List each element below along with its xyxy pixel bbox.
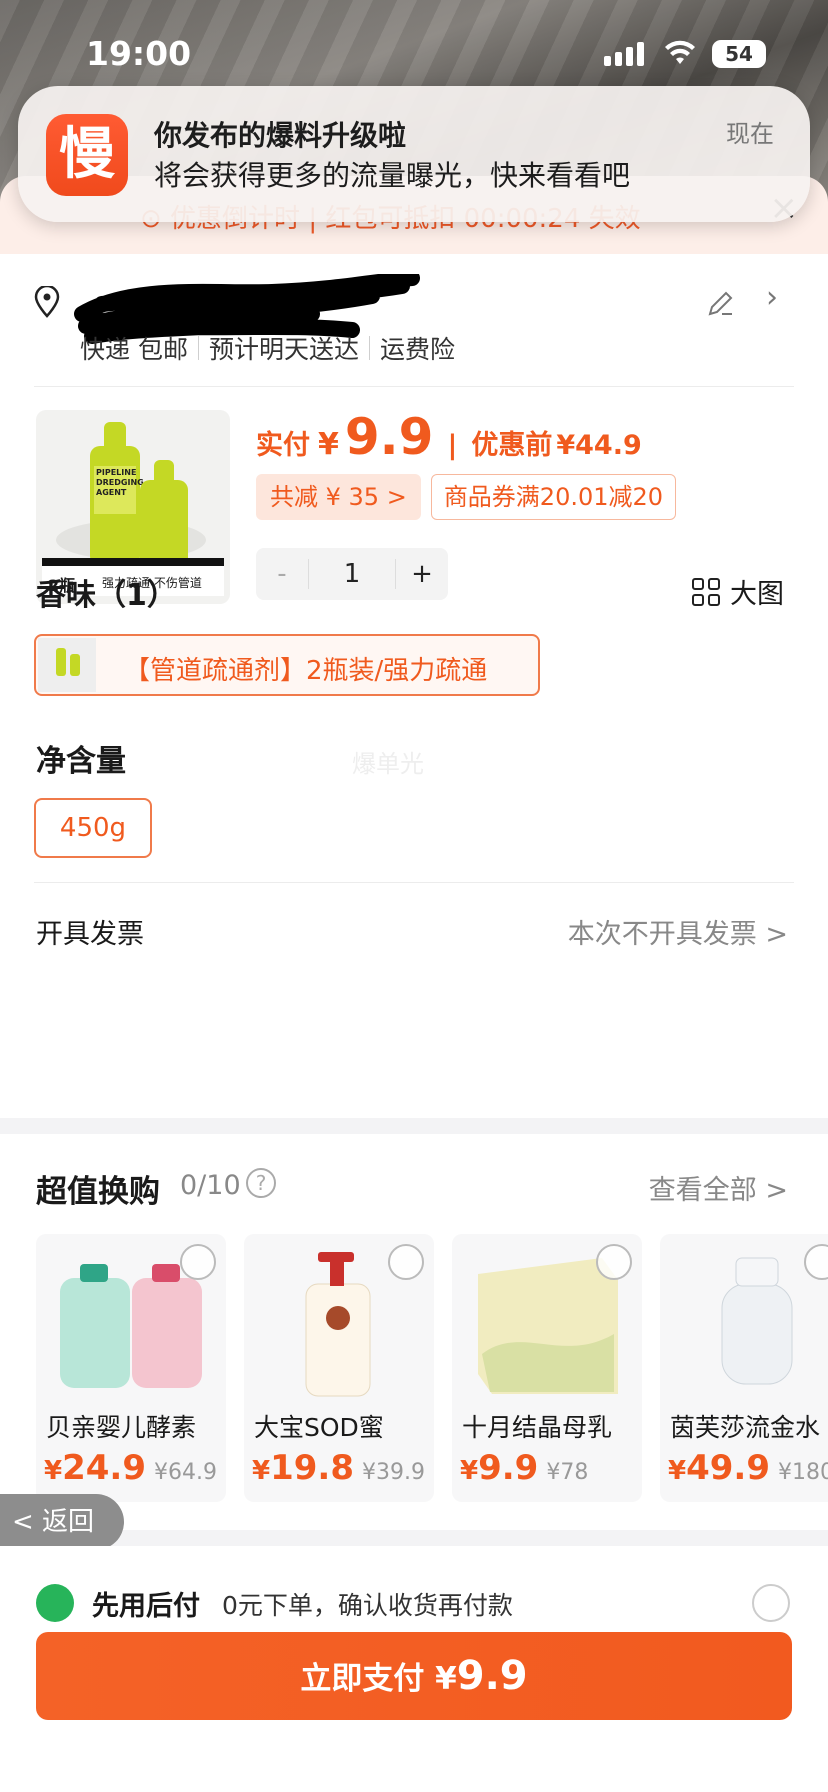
item-name: 大宝SOD蜜 <box>254 1413 384 1442</box>
invoice-value[interactable]: 本次不开具发票 > <box>568 912 788 951</box>
divider <box>197 336 199 360</box>
pay-button-amount: 9.9 <box>456 1653 528 1699</box>
shipping-method: 快递 包邮 <box>80 335 188 364</box>
select-radio[interactable] <box>180 1244 216 1280</box>
shipping-insurance: 运费险 <box>379 335 455 364</box>
wifi-icon <box>665 40 695 64</box>
swap-items: 贝亲婴儿酵素 ¥ 24.9 ¥64.9 大宝SOD蜜 ¥ 19.8 ¥39.9 <box>36 1234 828 1502</box>
watermark: 爆单光 <box>352 750 424 778</box>
order-card: › 快递 包邮 预计明天送达 运费险 PIPELINE DREDGING AGE… <box>0 252 828 1118</box>
pay-now-button[interactable]: 立即支付 ¥9.9 <box>36 1632 792 1720</box>
item-name: 十月结晶母乳 <box>462 1413 613 1442</box>
select-radio[interactable] <box>596 1244 632 1280</box>
item-price-was: ¥64.9 <box>153 1460 217 1485</box>
bottle-neck <box>154 460 174 482</box>
pay-button-label: 立即支付 ¥ <box>300 1661 457 1697</box>
divider <box>368 336 370 360</box>
bottle-label: PIPELINE DREDGING AGENT <box>94 466 144 514</box>
paid-price: 9.9 <box>344 408 434 466</box>
item-price-now: 24.9 <box>62 1448 146 1488</box>
total-discount-tag[interactable]: 共减 ¥ 35 > <box>256 474 421 520</box>
battery-icon: 54 <box>712 40 766 68</box>
notification-body: 将会获得更多的流量曝光，快来看看吧 <box>154 159 631 192</box>
item-name: 茵芙莎流金水 <box>670 1413 821 1442</box>
increase-button[interactable]: + <box>396 559 448 589</box>
swap-item[interactable]: 茵芙莎流金水 ¥ 49.9 ¥180 <box>660 1234 828 1502</box>
currency-symbol: ¥ <box>44 1456 63 1486</box>
price-line: 实付 ¥ 9.9 | 优惠前 ¥44.9 <box>256 408 642 466</box>
divider <box>34 386 794 387</box>
volume-title: 净含量 <box>36 744 126 779</box>
pay-later-radio[interactable] <box>752 1584 790 1622</box>
swap-item[interactable]: 十月结晶母乳 ¥ 9.9 ¥78 <box>452 1234 642 1502</box>
back-button[interactable]: < 返回 <box>0 1494 124 1550</box>
quantity-input[interactable]: 1 <box>308 559 396 589</box>
big-view-toggle[interactable]: 大图 <box>692 572 784 611</box>
decrease-button[interactable]: - <box>256 559 308 589</box>
pay-later-title: 先用后付 <box>92 1591 200 1622</box>
item-price-now: 9.9 <box>478 1448 539 1488</box>
grid-icon <box>692 577 720 606</box>
bottle-neck <box>104 422 126 448</box>
cellular-signal-icon <box>604 42 644 66</box>
big-view-label: 大图 <box>730 579 784 610</box>
item-name: 贝亲婴儿酵素 <box>46 1413 197 1442</box>
push-notification[interactable]: 慢 你发布的爆料升级啦 将会获得更多的流量曝光，快来看看吧 现在 <box>18 86 810 222</box>
paid-label: 实付 <box>256 430 310 461</box>
item-price-was: ¥180 <box>777 1460 828 1485</box>
pay-later-icon <box>36 1584 74 1622</box>
option-thumbnail <box>38 638 96 692</box>
help-icon[interactable]: ? <box>246 1168 276 1198</box>
scent-option-label: 【管道疏通剂】2瓶装/强力疏通 <box>124 656 488 686</box>
status-time: 19:00 <box>86 34 192 73</box>
address-row[interactable]: › <box>34 274 794 344</box>
payment-section: 先用后付 0元下单，确认收货再付款 立即支付 ¥9.9 <box>0 1546 828 1792</box>
discount-tags: 共减 ¥ 35 > 商品券满20.01减20 <box>256 474 677 520</box>
item-price-now: 49.9 <box>686 1448 770 1488</box>
notification-time: 现在 <box>726 120 774 148</box>
item-price-was: ¥78 <box>546 1460 589 1485</box>
currency-symbol: ¥ <box>460 1456 479 1486</box>
scent-option[interactable]: 【管道疏通剂】2瓶装/强力疏通 <box>34 634 540 696</box>
currency-symbol: ¥ <box>668 1456 687 1486</box>
app-icon: 慢 <box>46 114 128 196</box>
scent-title: 香味（1） <box>36 578 177 613</box>
item-price-was: ¥39.9 <box>361 1460 425 1485</box>
shipping-info: 快递 包邮 预计明天送达 运费险 <box>80 330 455 366</box>
invoice-label: 开具发票 <box>36 919 144 950</box>
volume-option[interactable]: 450g <box>34 798 152 858</box>
value-swap-section: 超值换购 0/10 ? 查看全部 > 贝亲婴儿酵素 ¥ 24.9 ¥64.9 大… <box>0 1134 828 1530</box>
item-price: ¥ 49.9 ¥180 <box>668 1448 828 1488</box>
before-price: ¥44.9 <box>556 430 642 461</box>
quantity-stepper: - 1 + <box>256 548 448 600</box>
bottle-image <box>140 460 188 568</box>
chevron-right-icon[interactable]: › <box>766 280 778 315</box>
delivery-estimate: 预计明天送达 <box>208 335 359 364</box>
location-pin-icon <box>34 286 60 318</box>
status-bar: 19:00 54 <box>0 0 828 100</box>
currency-symbol: ¥ <box>318 427 339 462</box>
swap-title: 超值换购 <box>36 1174 160 1210</box>
before-label: 优惠前 <box>471 430 553 461</box>
divider <box>34 882 794 883</box>
item-price-now: 19.8 <box>270 1448 354 1488</box>
item-price: ¥ 24.9 ¥64.9 <box>44 1448 217 1488</box>
select-radio[interactable] <box>388 1244 424 1280</box>
swap-item[interactable]: 大宝SOD蜜 ¥ 19.8 ¥39.9 <box>244 1234 434 1502</box>
bottle-image: PIPELINE DREDGING AGENT <box>90 422 144 564</box>
item-price: ¥ 19.8 ¥39.9 <box>252 1448 425 1488</box>
edit-icon[interactable] <box>706 288 736 318</box>
see-all-link[interactable]: 查看全部 > <box>649 1168 788 1207</box>
notification-title: 你发布的爆料升级啦 <box>154 119 407 152</box>
swap-item[interactable]: 贝亲婴儿酵素 ¥ 24.9 ¥64.9 <box>36 1234 226 1502</box>
item-price: ¥ 9.9 ¥78 <box>460 1448 588 1488</box>
pay-later-desc: 0元下单，确认收货再付款 <box>222 1591 513 1620</box>
swap-count: 0/10 <box>180 1170 241 1201</box>
price-separator: | <box>447 430 458 461</box>
coupon-tag: 商品券满20.01减20 <box>430 474 677 520</box>
currency-symbol: ¥ <box>252 1456 271 1486</box>
